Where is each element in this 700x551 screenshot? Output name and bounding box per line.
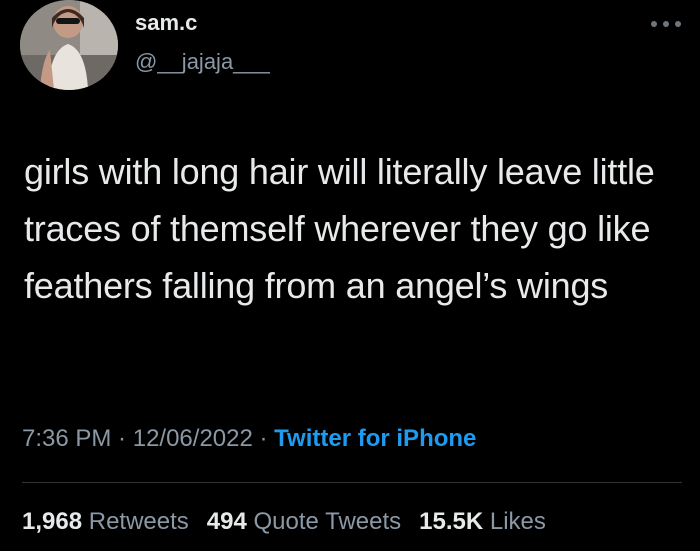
retweets-label: Retweets [88, 508, 189, 535]
tweet-stats: 1,968 Retweets 494 Quote Tweets 15.5K Like… [22, 508, 564, 536]
tweet-time[interactable]: 7:36 PM [22, 425, 111, 452]
author-handle[interactable]: @__jajaja___ [135, 49, 270, 75]
retweets-stat[interactable]: 1,968 Retweets [22, 508, 189, 536]
meta-separator: · [111, 425, 133, 452]
tweet-text: girls with long hair will literally leav… [24, 151, 655, 306]
quote-tweets-stat[interactable]: 494 Quote Tweets [207, 508, 401, 536]
tweet-date[interactable]: 12/06/2022 [133, 425, 253, 452]
divider [22, 482, 682, 483]
avatar[interactable] [20, 0, 118, 90]
quote-tweets-count: 494 [206, 508, 247, 535]
meta-separator: · [252, 425, 275, 452]
tweet-meta: 7:36 PM · 12/06/2022 · Twitter for iPhon… [22, 425, 476, 453]
tweet-source-link[interactable]: Twitter for iPhone [274, 425, 476, 452]
retweets-count: 1,968 [22, 508, 83, 535]
likes-count: 15.5K [419, 508, 484, 535]
more-horizontal-icon[interactable] [651, 19, 681, 29]
quote-tweets-label: Quote Tweets [253, 508, 402, 535]
likes-stat[interactable]: 15.5K Likes [419, 508, 546, 536]
dot [651, 21, 657, 27]
likes-label: Likes [489, 508, 546, 535]
author-display-name[interactable]: sam.c [135, 10, 197, 36]
dot [675, 21, 681, 27]
dot [663, 21, 669, 27]
